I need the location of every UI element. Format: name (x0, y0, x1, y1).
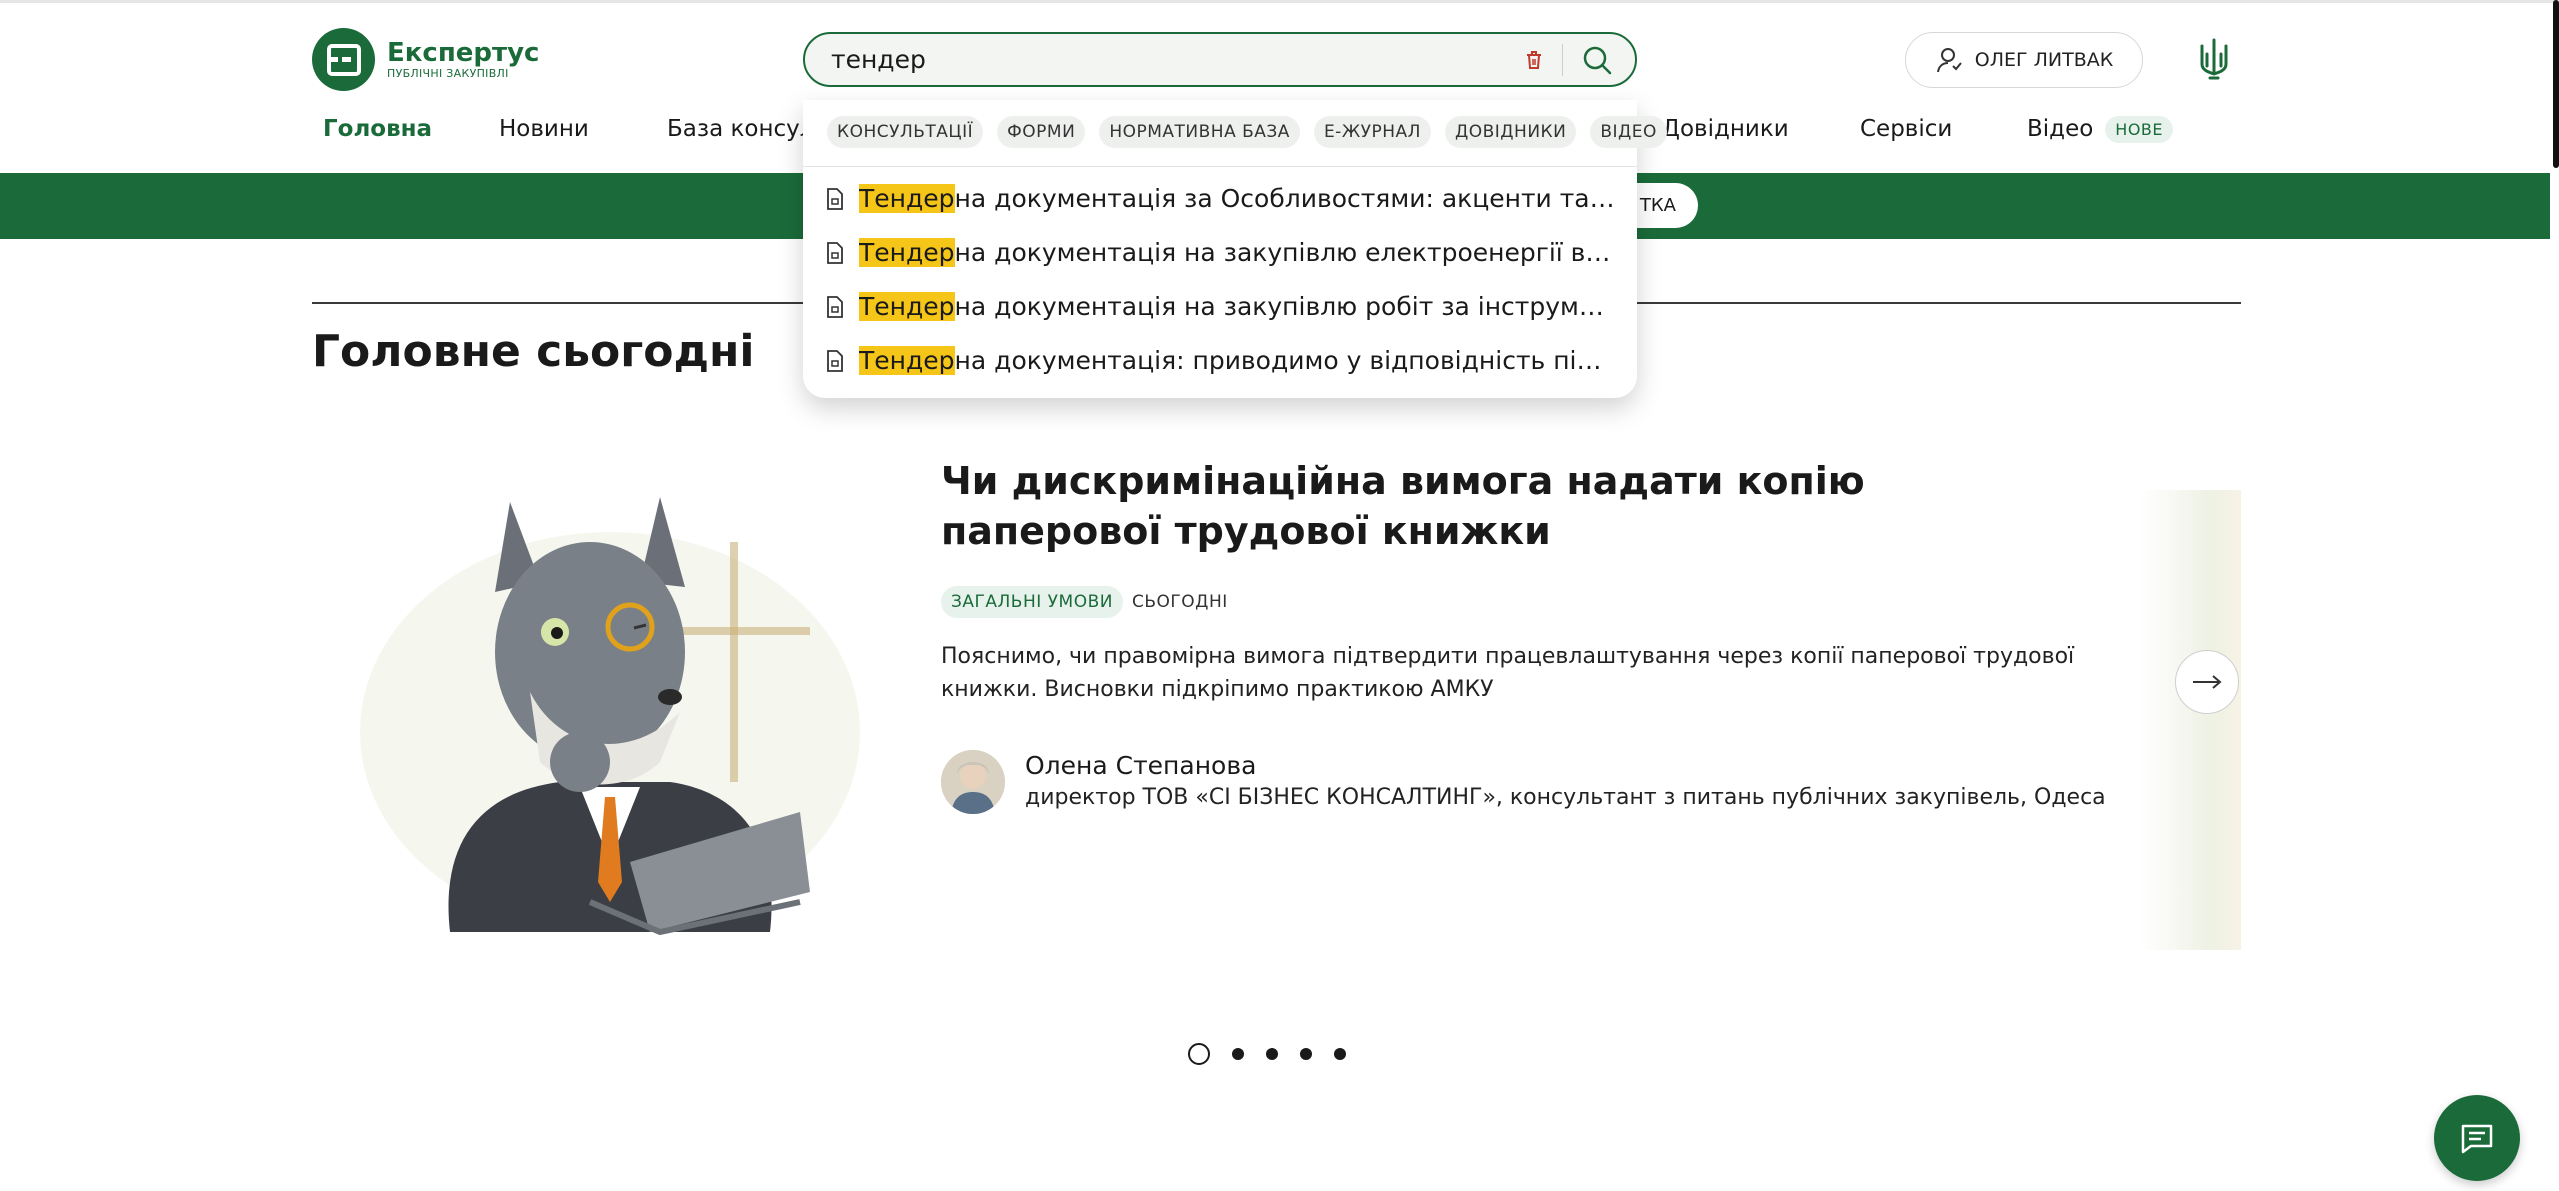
chip-directories[interactable]: ДОВІДНИКИ (1444, 116, 1577, 148)
brand-name: Експертус (387, 38, 540, 68)
carousel-dot[interactable] (1334, 1048, 1346, 1060)
document-icon (827, 187, 843, 210)
suggestion-text: на документація: приводимо у відповідніс… (954, 346, 1615, 375)
document-icon (827, 241, 843, 264)
arrow-right-icon[interactable] (2175, 650, 2239, 714)
chip-e-journal[interactable]: Е-ЖУРНАЛ (1313, 116, 1431, 148)
user-icon (1936, 48, 1962, 73)
date-label: СЬОГОДНІ (1132, 592, 1228, 612)
search-icon[interactable] (1573, 36, 1621, 84)
carousel-dot[interactable] (1188, 1043, 1210, 1065)
suggestion-item[interactable]: Тендерна документація за Особливостями: … (825, 184, 1615, 213)
nav-item-news[interactable]: Новини (499, 116, 589, 142)
category-tag[interactable]: ЗАГАЛЬНІ УМОВИ (941, 586, 1123, 618)
search-filter-chips: КОНСУЛЬТАЦІЇ ФОРМИ НОРМАТИВНА БАЗА Е-ЖУР… (827, 116, 1667, 148)
avatar[interactable] (941, 750, 1005, 814)
suggestion-item[interactable]: Тендерна документація на закупівлю елект… (825, 238, 1615, 267)
document-icon (827, 295, 843, 318)
search-separator (1562, 43, 1563, 76)
carousel-dot[interactable] (1300, 1048, 1312, 1060)
top-border (0, 0, 2559, 3)
suggestion-match: Тендер (859, 184, 955, 213)
carousel-dots (1188, 1043, 1346, 1065)
nav-item-services[interactable]: Сервіси (1860, 116, 1952, 142)
suggestion-item[interactable]: Тендерна документація: приводимо у відпо… (825, 346, 1615, 375)
suggestion-text: на документація на закупівлю робіт за ін… (954, 292, 1615, 321)
user-account-button[interactable]: ОЛЕГ ЛИТВАК (1905, 32, 2143, 88)
carousel-dot[interactable] (1266, 1048, 1278, 1060)
chat-icon[interactable] (2434, 1095, 2520, 1181)
chip-consultations[interactable]: КОНСУЛЬТАЦІЇ (827, 116, 984, 148)
chip-video[interactable]: ВІДЕО (1590, 116, 1667, 148)
author-name[interactable]: Олена Степанова (1025, 750, 2106, 782)
nav-video-label: Відео (2027, 116, 2094, 142)
document-icon (827, 349, 843, 372)
suggestion-match: Тендер (859, 238, 955, 267)
suggestion-text: на документація за Особливостями: акцент… (954, 184, 1615, 213)
article-illustration[interactable] (330, 462, 890, 947)
suggestion-item[interactable]: Тендерна документація на закупівлю робіт… (825, 292, 1615, 321)
suggestion-match: Тендер (859, 346, 955, 375)
logo-icon (312, 28, 375, 91)
search-box (803, 32, 1637, 87)
new-badge: НОВЕ (2105, 116, 2174, 143)
suggestion-match: Тендер (859, 292, 955, 321)
search-input[interactable] (831, 45, 1514, 74)
chip-regulations[interactable]: НОРМАТИВНА БАЗА (1099, 116, 1300, 148)
carousel-dot[interactable] (1232, 1048, 1244, 1060)
user-name: ОЛЕГ ЛИТВАК (1974, 49, 2114, 71)
nav-item-video[interactable]: Відео НОВЕ (2027, 116, 2174, 143)
section-title: Головне сьогодні (312, 326, 755, 377)
nav-item-home[interactable]: Головна (323, 116, 432, 142)
next-slide-preview (2140, 490, 2241, 950)
nav-item-directories[interactable]: Довідники (1662, 116, 1789, 142)
article-title[interactable]: Чи дискримінаційна вимога надати копію п… (941, 456, 2061, 556)
brand-logo[interactable]: Експертус ПУБЛІЧНІ ЗАКУПІВЛІ (312, 28, 539, 91)
brand-subtitle: ПУБЛІЧНІ ЗАКУПІВЛІ (387, 67, 509, 80)
author-position: директор ТОВ «СІ БІЗНЕС КОНСАЛТИНГ», кон… (1025, 785, 2106, 810)
trident-icon (2200, 38, 2228, 80)
search-suggestions: КОНСУЛЬТАЦІЇ ФОРМИ НОРМАТИВНА БАЗА Е-ЖУР… (803, 100, 1667, 398)
dropdown-divider (803, 166, 1637, 167)
chip-forms[interactable]: ФОРМИ (997, 116, 1086, 148)
article-lead: Пояснимо, чи правомірна вимога підтверди… (941, 644, 2075, 702)
author-block: Олена Степанова директор ТОВ «СІ БІЗНЕС … (941, 750, 2106, 814)
suggestion-text: на документація на закупівлю електроенер… (954, 238, 1615, 267)
trash-icon[interactable] (1514, 40, 1554, 80)
